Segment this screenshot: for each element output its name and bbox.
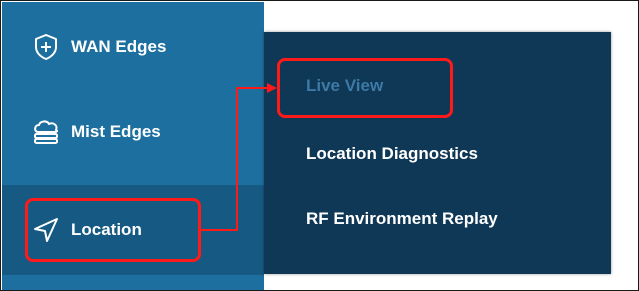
plus-shield-icon — [31, 32, 61, 62]
sidebar-item-mist-edges[interactable]: Mist Edges — [2, 102, 264, 162]
sidebar-item-label: Mist Edges — [71, 122, 161, 141]
location-submenu: Live View Location Diagnostics RF Enviro… — [264, 32, 611, 274]
submenu-item-rf-environment-replay[interactable]: RF Environment Replay — [306, 209, 498, 229]
submenu-item-live-view[interactable]: Live View — [306, 76, 383, 96]
sidebar-item-label: Location — [71, 220, 142, 239]
sidebar-item-wan-edges[interactable]: WAN Edges — [2, 16, 264, 78]
sidebar: WAN Edges Mist Edges Location — [2, 2, 264, 290]
sidebar-item-location[interactable]: Location — [2, 185, 264, 275]
sidebar-item-label: WAN Edges — [71, 37, 167, 56]
navigation-arrow-icon — [31, 215, 61, 245]
sidebar-next-item — [2, 275, 264, 290]
submenu-item-location-diagnostics[interactable]: Location Diagnostics — [306, 144, 478, 164]
screenshot-frame: WAN Edges Mist Edges Location Live View … — [0, 0, 639, 291]
cloud-stack-icon — [31, 117, 61, 147]
